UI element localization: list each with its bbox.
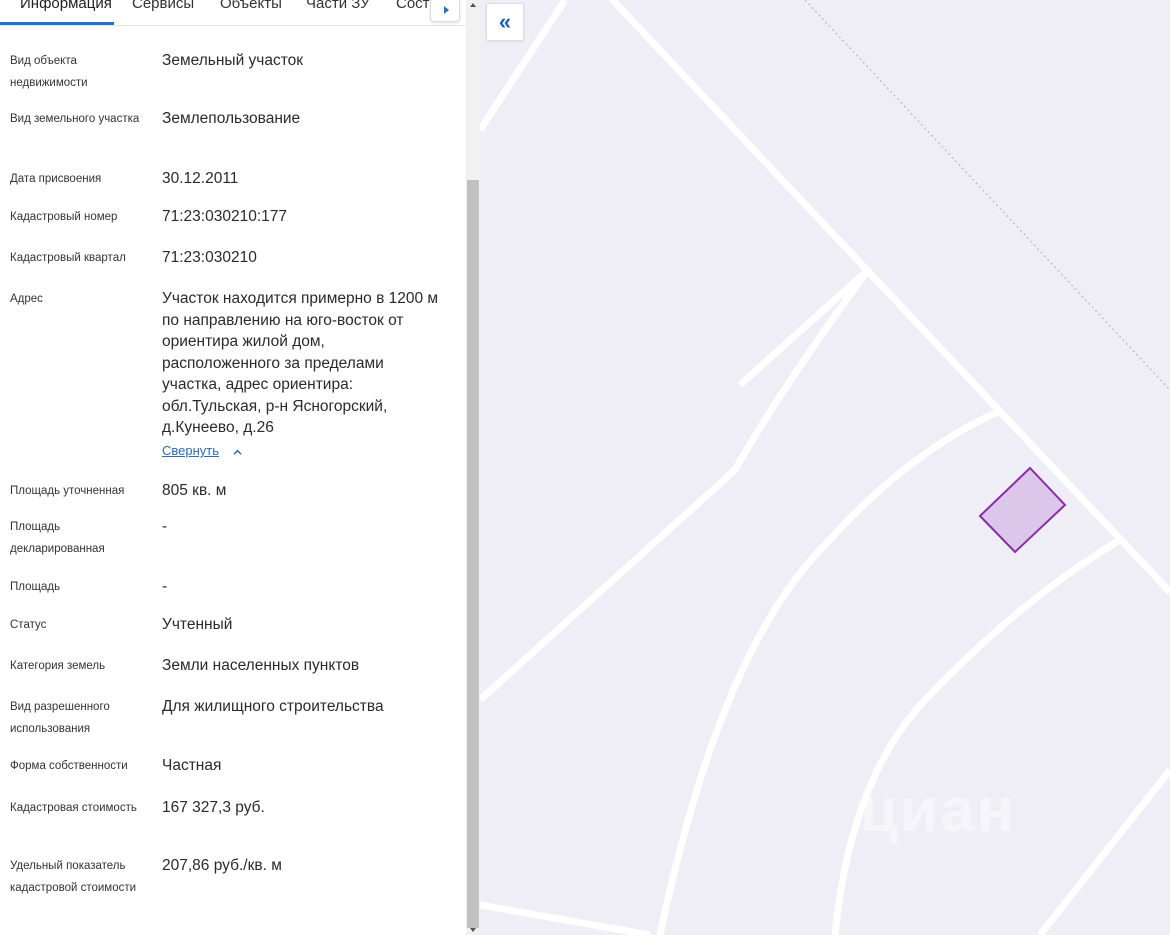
field-value: 207,86 руб./кв. м (162, 857, 282, 874)
boundary-dashed-line (804, 0, 1170, 391)
map-road (737, 267, 871, 388)
field-value: 71:23:030210 (162, 249, 257, 266)
field-value: - (162, 518, 168, 535)
field-value: - (162, 578, 168, 595)
field-value: 167 327,3 руб. (162, 799, 265, 816)
field-value: Землепользование (162, 110, 301, 127)
tab-services[interactable]: Сервисы (132, 0, 194, 12)
field-label: Статус (10, 619, 47, 631)
field-value: Земельный участок (162, 52, 304, 69)
field-value: Для жилищного строительства (162, 698, 384, 715)
info-panel: Информация Сервисы Объекты Части ЗУ Сост… (0, 0, 480, 935)
collapse-panel-button[interactable]: « (486, 3, 524, 41)
field-label: Площадь (10, 581, 61, 593)
map-road (607, 0, 1170, 595)
tab-objects[interactable]: Объекты (220, 0, 282, 12)
field-label: Форма собственности (10, 760, 128, 772)
active-tab-indicator (0, 22, 114, 25)
field-value: 30.12.2011 (162, 170, 239, 187)
collapse-address-link[interactable]: Свернуть (162, 443, 219, 458)
field-label: Категория земель (10, 660, 106, 672)
scrollbar-thumb[interactable] (467, 180, 479, 928)
tab-information[interactable]: Информация (20, 0, 112, 12)
double-chevron-left-icon: « (498, 9, 512, 34)
tabs-scroll-right-button[interactable] (430, 0, 460, 22)
address-value: Участок находится примерно в 1200 м по н… (162, 290, 439, 436)
field-label: Удельный показатель кадастровой стоимост… (10, 860, 137, 894)
field-label: Вид объекта недвижимости (10, 55, 88, 89)
map-road (480, 901, 651, 935)
field-value: Земли населенных пунктов (162, 657, 360, 674)
caret-right-icon (443, 6, 449, 14)
selected-parcel[interactable] (978, 466, 1067, 554)
map-road (480, 267, 871, 703)
field-label: Кадастровая стоимость (10, 802, 137, 814)
field-value: 71:23:030210:177 (162, 208, 287, 225)
field-value: 805 кв. м (162, 482, 227, 499)
scroll-up-arrow-icon[interactable] (468, 0, 478, 10)
map-road (831, 536, 1122, 935)
map-road (1037, 767, 1170, 935)
map-canvas[interactable] (480, 0, 1170, 935)
watermark-text: циан (860, 776, 1017, 845)
chevron-up-icon[interactable] (233, 448, 242, 457)
field-label: Вид земельного участка (10, 113, 140, 125)
cadastral-map[interactable]: циан (480, 0, 1170, 935)
field-label: Кадастровый квартал (10, 252, 126, 264)
field-value: Учтенный (162, 616, 233, 633)
field-label: Площадь уточненная (10, 485, 125, 497)
field-label: Площадь декларированная (10, 521, 105, 555)
field-value: Частная (162, 757, 222, 774)
scroll-down-arrow-icon[interactable] (468, 925, 478, 935)
field-label: Кадастровый номер (10, 211, 118, 223)
tab-land-parts[interactable]: Части ЗУ (306, 0, 370, 12)
field-label: Дата присвоения (10, 173, 102, 185)
field-label: Вид разрешенного использования (10, 701, 110, 735)
field-label: Адрес (10, 293, 43, 305)
tab-bar: Информация Сервисы Объекты Части ЗУ Сост… (0, 0, 466, 26)
